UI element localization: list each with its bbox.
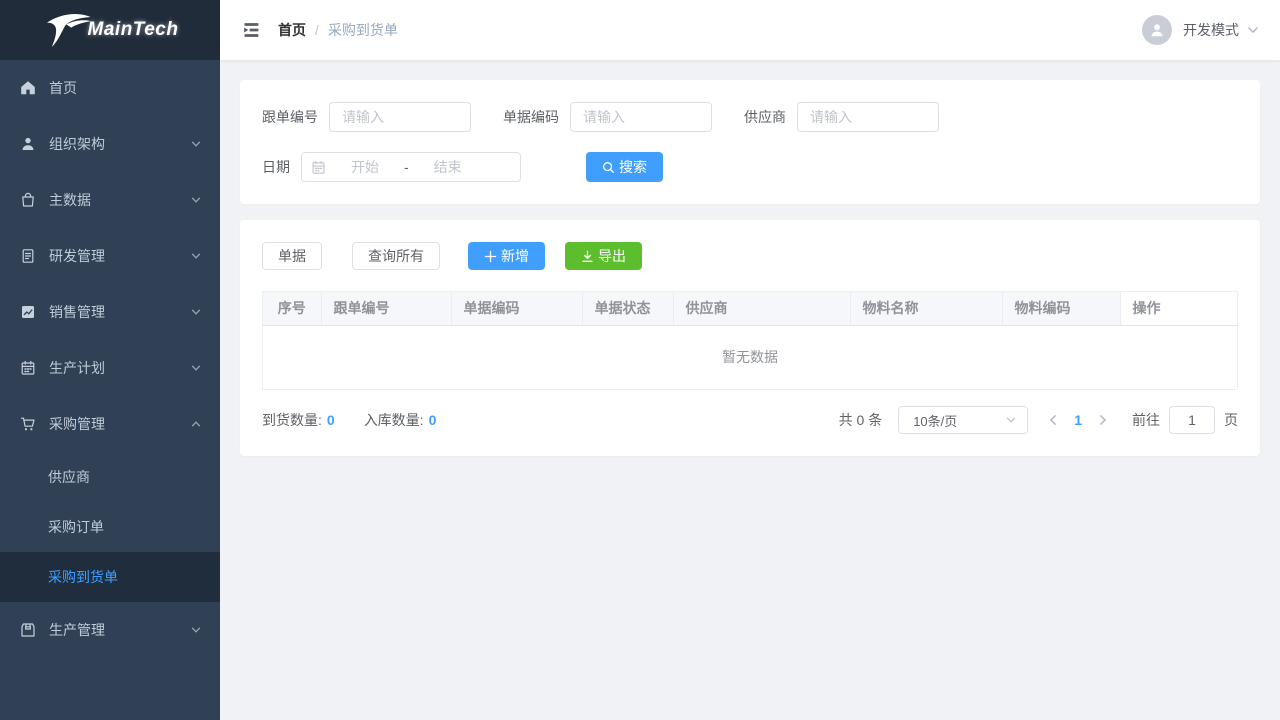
sidebar-item-sales-management[interactable]: 销售管理 [0, 284, 220, 340]
sidebar-item-production-plan[interactable]: 生产计划 [0, 340, 220, 396]
col-doc-status: 单据状态 [582, 292, 673, 325]
sidebar-subitem-supplier[interactable]: 供应商 [0, 452, 220, 502]
toolbar: 单据 查询所有 新增 导出 [262, 242, 1238, 270]
brand-name: MainTech [88, 19, 179, 41]
chevron-down-icon [190, 250, 202, 262]
sidebar-item-procurement[interactable]: 采购管理 [0, 396, 220, 452]
goto-page-input[interactable] [1169, 406, 1215, 434]
table-card: 单据 查询所有 新增 导出 [240, 220, 1260, 456]
export-button[interactable]: 导出 [565, 242, 642, 270]
chevron-down-icon [190, 362, 202, 374]
data-table: 序号 跟单编号 单据编码 单据状态 供应商 物料名称 物料编码 操作 [262, 291, 1238, 390]
prev-page-button[interactable] [1046, 413, 1060, 427]
inbound-qty: 入库数量:0 [364, 410, 437, 430]
chevron-down-icon [190, 138, 202, 150]
date-end-input[interactable] [409, 159, 487, 175]
order-no-label: 跟单编号 [262, 107, 318, 127]
table-header-row: 序号 跟单编号 单据编码 单据状态 供应商 物料名称 物料编码 操作 [263, 292, 1237, 325]
cart-icon [20, 416, 36, 432]
arrival-qty: 到货数量:0 [262, 410, 335, 430]
calendar-icon [311, 160, 326, 175]
arrival-qty-value: 0 [327, 412, 335, 428]
sidebar-subitem-purchase-order[interactable]: 采购订单 [0, 502, 220, 552]
sidebar: MainTech 首页 组织架构 主数据 研发管理 [0, 0, 220, 720]
user-icon [20, 136, 36, 152]
doc-code-input[interactable] [570, 102, 712, 132]
doc-button[interactable]: 单据 [262, 242, 322, 270]
user-menu[interactable]: 开发模式 [1142, 15, 1260, 45]
bag-icon [20, 192, 36, 208]
next-page-button[interactable] [1096, 413, 1110, 427]
document-icon [20, 248, 36, 264]
sidebar-subitem-purchase-arrival[interactable]: 采购到货单 [0, 552, 220, 602]
query-all-button[interactable]: 查询所有 [352, 242, 440, 270]
home-icon [20, 80, 36, 96]
chevron-down-icon [1005, 414, 1017, 426]
search-icon [602, 161, 615, 174]
download-icon [581, 250, 594, 263]
sidebar-item-home[interactable]: 首页 [0, 60, 220, 116]
breadcrumb-home-link[interactable]: 首页 [278, 20, 306, 40]
filter-field-doc-code: 单据编码 [503, 102, 712, 132]
user-mode-label: 开发模式 [1183, 20, 1239, 40]
chevron-up-icon [190, 418, 202, 430]
col-order-no: 跟单编号 [321, 292, 451, 325]
brand-logo: MainTech [0, 0, 220, 60]
sidebar-item-master-data[interactable]: 主数据 [0, 172, 220, 228]
col-supplier: 供应商 [673, 292, 850, 325]
page-number-1[interactable]: 1 [1074, 412, 1082, 428]
page-unit-label: 页 [1224, 410, 1238, 430]
total-count: 共 0 条 [839, 410, 883, 430]
order-no-input[interactable] [329, 102, 471, 132]
empty-row: 暂无数据 [263, 325, 1237, 389]
doc-code-label: 单据编码 [503, 107, 559, 127]
breadcrumb-current: 采购到货单 [328, 20, 398, 40]
inbound-qty-value: 0 [429, 412, 437, 428]
filter-field-supplier: 供应商 [744, 102, 939, 132]
sidebar-item-rd-management[interactable]: 研发管理 [0, 228, 220, 284]
col-material-name: 物料名称 [850, 292, 1002, 325]
supplier-input[interactable] [797, 102, 939, 132]
filter-card: 跟单编号 单据编码 供应商 日期 [240, 80, 1260, 204]
chevron-down-icon [190, 194, 202, 206]
top-header: 首页 / 采购到货单 开发模式 [220, 0, 1280, 60]
plus-icon [484, 250, 497, 263]
brand-swoosh-icon [42, 10, 94, 50]
chevron-down-icon [190, 306, 202, 318]
calendar-icon [20, 360, 36, 376]
sidebar-fold-icon[interactable] [240, 19, 262, 41]
col-actions: 操作 [1120, 292, 1237, 325]
filter-field-date: 日期 - [262, 152, 521, 182]
content-area: 跟单编号 单据编码 供应商 日期 [220, 60, 1280, 720]
add-button[interactable]: 新增 [468, 242, 545, 270]
sidebar-menu: 首页 组织架构 主数据 研发管理 销售管理 [0, 60, 220, 720]
search-button[interactable]: 搜索 [586, 152, 663, 182]
col-index: 序号 [263, 292, 321, 325]
breadcrumb-separator: / [315, 22, 319, 38]
date-range-picker[interactable]: - [301, 152, 521, 182]
empty-placeholder: 暂无数据 [263, 325, 1237, 389]
chevron-down-icon [190, 624, 202, 636]
sidebar-item-organization[interactable]: 组织架构 [0, 116, 220, 172]
chevron-down-icon [1246, 23, 1260, 37]
date-start-input[interactable] [326, 159, 404, 175]
filter-field-order-no: 跟单编号 [262, 102, 471, 132]
app-window: MainTech 首页 组织架构 主数据 研发管理 [0, 0, 1280, 720]
page-size-select[interactable]: 10条/页 [898, 406, 1028, 434]
date-label: 日期 [262, 157, 290, 177]
package-icon [20, 622, 36, 638]
supplier-label: 供应商 [744, 107, 786, 127]
chart-icon [20, 304, 36, 320]
col-material-code: 物料编码 [1002, 292, 1120, 325]
user-avatar-icon [1142, 15, 1172, 45]
pagination: 共 0 条 10条/页 1 前往 页 [839, 406, 1238, 434]
goto-label: 前往 [1132, 410, 1160, 430]
summary: 到货数量:0 入库数量:0 [262, 410, 436, 430]
sidebar-item-production-management[interactable]: 生产管理 [0, 602, 220, 658]
table-footer: 到货数量:0 入库数量:0 共 0 条 10条/页 1 [262, 406, 1238, 434]
col-doc-code: 单据编码 [451, 292, 582, 325]
breadcrumb: 首页 / 采购到货单 [278, 20, 398, 40]
